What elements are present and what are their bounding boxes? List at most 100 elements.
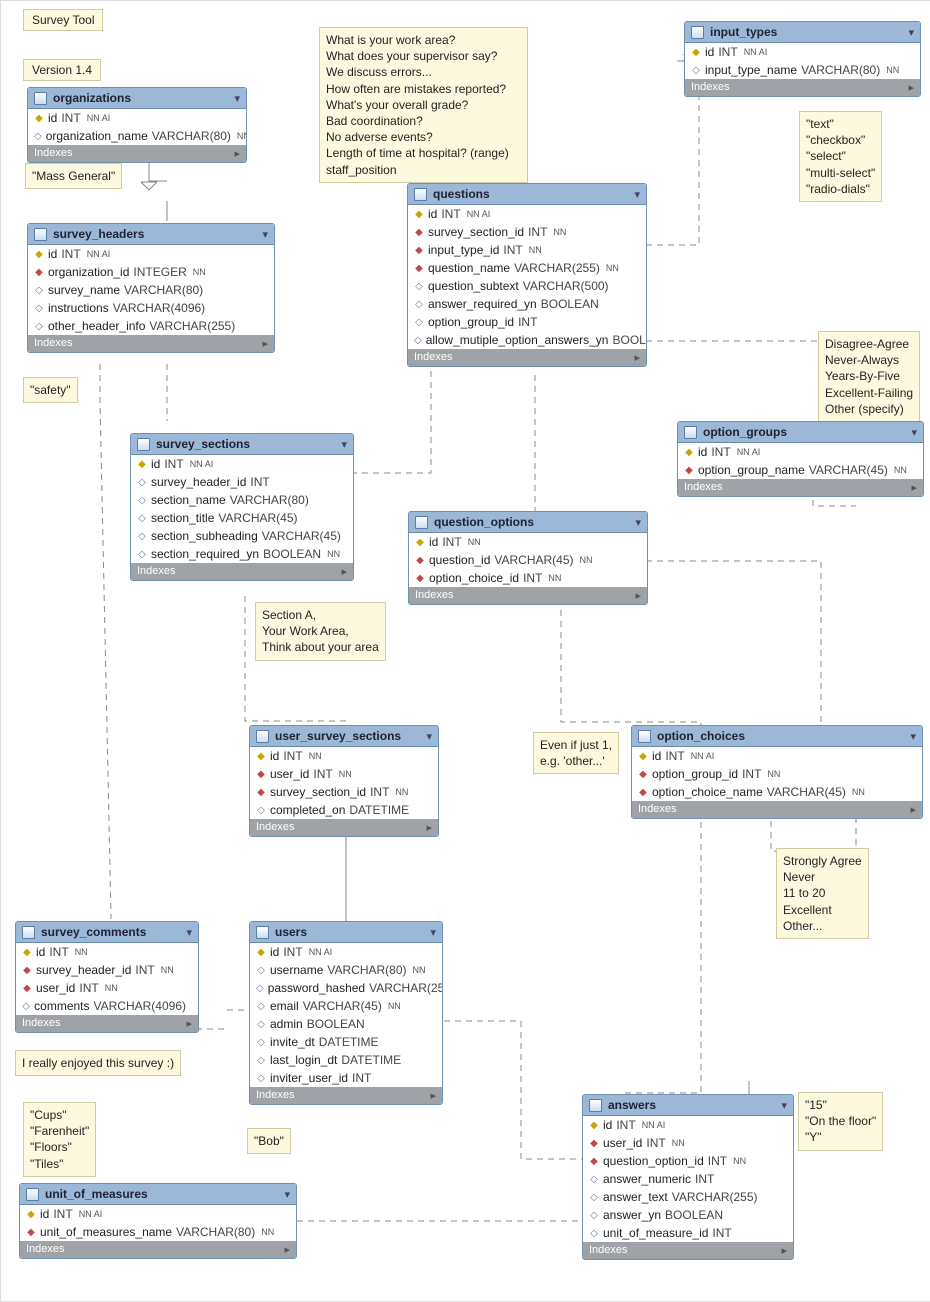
- column-row[interactable]: ◇ allow_mutiple_option_answers_yn BOOLEA…: [408, 331, 646, 349]
- column-row[interactable]: ◆ survey_section_id INT NN: [408, 223, 646, 241]
- column-row[interactable]: ◇ username VARCHAR(80) NN: [250, 961, 442, 979]
- entity-unit-of-measures[interactable]: unit_of_measures ▾ ◆ id INT NN AI ◆ unit…: [19, 1183, 297, 1259]
- column-row[interactable]: ◆ id INT NN AI: [632, 747, 922, 765]
- indexes-row[interactable]: Indexes ▸: [685, 79, 920, 96]
- column-row[interactable]: ◆ id INT NN AI: [583, 1116, 793, 1134]
- column-row[interactable]: ◆ option_group_id INT NN: [632, 765, 922, 783]
- column-row[interactable]: ◇ unit_of_measure_id INT: [583, 1224, 793, 1242]
- column-row[interactable]: ◆ user_id INT NN: [583, 1134, 793, 1152]
- chevron-down-icon[interactable]: ▾: [426, 730, 432, 743]
- column-row[interactable]: ◆ id INT NN AI: [28, 109, 246, 127]
- chevron-down-icon[interactable]: ▾: [634, 188, 640, 201]
- entity-header[interactable]: questions ▾: [408, 184, 646, 205]
- entity-survey-comments[interactable]: survey_comments ▾ ◆ id INT NN ◆ survey_h…: [15, 921, 199, 1033]
- column-row[interactable]: ◆ option_choice_id INT NN: [409, 569, 647, 587]
- column-row[interactable]: ◇ section_required_yn BOOLEAN NN: [131, 545, 353, 563]
- entity-header[interactable]: answers ▾: [583, 1095, 793, 1116]
- column-row[interactable]: ◇ completed_on DATETIME: [250, 801, 438, 819]
- column-row[interactable]: ◇ instructions VARCHAR(4096): [28, 299, 274, 317]
- entity-organizations[interactable]: organizations ▾ ◆ id INT NN AI ◇ organiz…: [27, 87, 247, 163]
- column-row[interactable]: ◇ comments VARCHAR(4096): [16, 997, 198, 1015]
- indexes-row[interactable]: Indexes ▸: [583, 1242, 793, 1259]
- column-row[interactable]: ◆ user_id INT NN: [250, 765, 438, 783]
- column-row[interactable]: ◆ survey_section_id INT NN: [250, 783, 438, 801]
- indexes-row[interactable]: Indexes ▸: [408, 349, 646, 366]
- chevron-down-icon[interactable]: ▾: [234, 92, 240, 105]
- entity-header[interactable]: users ▾: [250, 922, 442, 943]
- column-row[interactable]: ◆ id INT NN: [409, 533, 647, 551]
- entity-option-groups[interactable]: option_groups ▾ ◆ id INT NN AI ◆ option_…: [677, 421, 924, 497]
- column-row[interactable]: ◇ answer_required_yn BOOLEAN: [408, 295, 646, 313]
- chevron-down-icon[interactable]: ▾: [430, 926, 436, 939]
- entity-header[interactable]: user_survey_sections ▾: [250, 726, 438, 747]
- indexes-row[interactable]: Indexes ▸: [28, 145, 246, 162]
- column-row[interactable]: ◆ id INT NN AI: [408, 205, 646, 223]
- indexes-row[interactable]: Indexes ▸: [131, 563, 353, 580]
- column-row[interactable]: ◆ unit_of_measures_name VARCHAR(80) NN: [20, 1223, 296, 1241]
- column-row[interactable]: ◆ id INT NN: [250, 747, 438, 765]
- entity-question-options[interactable]: question_options ▾ ◆ id INT NN ◆ questio…: [408, 511, 648, 605]
- entity-users[interactable]: users ▾ ◆ id INT NN AI ◇ username VARCHA…: [249, 921, 443, 1105]
- column-row[interactable]: ◇ last_login_dt DATETIME: [250, 1051, 442, 1069]
- column-row[interactable]: ◇ answer_text VARCHAR(255): [583, 1188, 793, 1206]
- entity-header[interactable]: survey_comments ▾: [16, 922, 198, 943]
- column-row[interactable]: ◆ input_type_id INT NN: [408, 241, 646, 259]
- chevron-down-icon[interactable]: ▾: [911, 426, 917, 439]
- entity-header[interactable]: question_options ▾: [409, 512, 647, 533]
- entity-user-survey-sections[interactable]: user_survey_sections ▾ ◆ id INT NN ◆ use…: [249, 725, 439, 837]
- entity-questions[interactable]: questions ▾ ◆ id INT NN AI ◆ survey_sect…: [407, 183, 647, 367]
- column-row[interactable]: ◇ invite_dt DATETIME: [250, 1033, 442, 1051]
- chevron-down-icon[interactable]: ▾: [284, 1188, 290, 1201]
- column-row[interactable]: ◇ survey_name VARCHAR(80): [28, 281, 274, 299]
- column-row[interactable]: ◇ password_hashed VARCHAR(255): [250, 979, 442, 997]
- entity-answers[interactable]: answers ▾ ◆ id INT NN AI ◆ user_id INT N…: [582, 1094, 794, 1260]
- entity-option-choices[interactable]: option_choices ▾ ◆ id INT NN AI ◆ option…: [631, 725, 923, 819]
- column-row[interactable]: ◇ input_type_name VARCHAR(80) NN: [685, 61, 920, 79]
- indexes-row[interactable]: Indexes ▸: [409, 587, 647, 604]
- entity-survey-sections[interactable]: survey_sections ▾ ◆ id INT NN AI ◇ surve…: [130, 433, 354, 581]
- chevron-down-icon[interactable]: ▾: [635, 516, 641, 529]
- column-row[interactable]: ◇ section_name VARCHAR(80): [131, 491, 353, 509]
- column-row[interactable]: ◇ admin BOOLEAN: [250, 1015, 442, 1033]
- indexes-row[interactable]: Indexes ▸: [250, 1087, 442, 1104]
- column-row[interactable]: ◇ answer_numeric INT: [583, 1170, 793, 1188]
- column-row[interactable]: ◆ id INT NN AI: [678, 443, 923, 461]
- column-row[interactable]: ◇ answer_yn BOOLEAN: [583, 1206, 793, 1224]
- indexes-row[interactable]: Indexes ▸: [678, 479, 923, 496]
- entity-header[interactable]: survey_sections ▾: [131, 434, 353, 455]
- indexes-row[interactable]: Indexes ▸: [250, 819, 438, 836]
- indexes-row[interactable]: Indexes ▸: [16, 1015, 198, 1032]
- column-row[interactable]: ◇ section_subheading VARCHAR(45): [131, 527, 353, 545]
- chevron-down-icon[interactable]: ▾: [910, 730, 916, 743]
- column-row[interactable]: ◆ survey_header_id INT NN: [16, 961, 198, 979]
- column-row[interactable]: ◆ id INT NN AI: [28, 245, 274, 263]
- entity-survey-headers[interactable]: survey_headers ▾ ◆ id INT NN AI ◆ organi…: [27, 223, 275, 353]
- column-row[interactable]: ◆ id INT NN AI: [250, 943, 442, 961]
- column-row[interactable]: ◆ question_name VARCHAR(255) NN: [408, 259, 646, 277]
- column-row[interactable]: ◆ id INT NN AI: [20, 1205, 296, 1223]
- column-row[interactable]: ◇ other_header_info VARCHAR(255): [28, 317, 274, 335]
- column-row[interactable]: ◇ organization_name VARCHAR(80) NN: [28, 127, 246, 145]
- column-row[interactable]: ◆ id INT NN AI: [131, 455, 353, 473]
- entity-input-types[interactable]: input_types ▾ ◆ id INT NN AI ◇ input_typ…: [684, 21, 921, 97]
- column-row[interactable]: ◇ email VARCHAR(45) NN: [250, 997, 442, 1015]
- column-row[interactable]: ◆ organization_id INTEGER NN: [28, 263, 274, 281]
- chevron-down-icon[interactable]: ▾: [908, 26, 914, 39]
- entity-header[interactable]: unit_of_measures ▾: [20, 1184, 296, 1205]
- column-row[interactable]: ◆ id INT NN: [16, 943, 198, 961]
- chevron-down-icon[interactable]: ▾: [341, 438, 347, 451]
- indexes-row[interactable]: Indexes ▸: [20, 1241, 296, 1258]
- entity-header[interactable]: survey_headers ▾: [28, 224, 274, 245]
- column-row[interactable]: ◆ option_choice_name VARCHAR(45) NN: [632, 783, 922, 801]
- entity-header[interactable]: option_groups ▾: [678, 422, 923, 443]
- column-row[interactable]: ◆ user_id INT NN: [16, 979, 198, 997]
- indexes-row[interactable]: Indexes ▸: [632, 801, 922, 818]
- chevron-down-icon[interactable]: ▾: [262, 228, 268, 241]
- column-row[interactable]: ◆ option_group_name VARCHAR(45) NN: [678, 461, 923, 479]
- indexes-row[interactable]: Indexes ▸: [28, 335, 274, 352]
- column-row[interactable]: ◇ survey_header_id INT: [131, 473, 353, 491]
- column-row[interactable]: ◇ option_group_id INT: [408, 313, 646, 331]
- chevron-down-icon[interactable]: ▾: [781, 1099, 787, 1112]
- column-row[interactable]: ◆ question_id VARCHAR(45) NN: [409, 551, 647, 569]
- entity-header[interactable]: option_choices ▾: [632, 726, 922, 747]
